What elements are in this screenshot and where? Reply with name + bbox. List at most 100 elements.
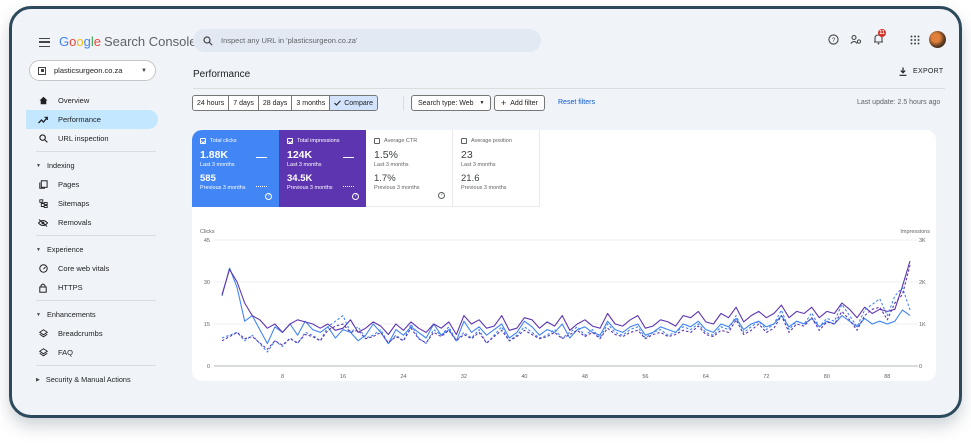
metric-value: 1.88K [200,149,229,161]
x-axis-tick: 16 [340,374,346,380]
date-range-selector: 24 hours 7 days 28 days 3 months Compare [192,95,378,111]
lock-icon [38,283,48,293]
metric-previous-period: Previous 3 months [461,185,507,191]
chevron-down-icon: ▼ [479,100,485,106]
gauge-icon [38,264,48,274]
solid-line-legend-icon [343,157,354,159]
range-3-months[interactable]: 3 months [292,96,331,110]
hamburger-menu-icon[interactable] [39,38,50,47]
metric-total-clicks[interactable]: Total clicks 1.88K Last 3 months 585 Pre… [192,130,279,207]
layers-icon [38,329,48,339]
search-type-filter[interactable]: Search type: Web ▼ [411,95,492,111]
expand-triangle-icon: ▶ [36,376,40,383]
sidebar-item-overview[interactable]: Overview [26,91,158,110]
metric-period: Last 3 months [461,162,496,168]
right-axis-tick: 1K [919,322,926,328]
sidebar-item-https[interactable]: HTTPS [26,278,158,297]
reset-filters-link[interactable]: Reset filters [558,99,595,106]
sidebar-item-removals[interactable]: Removals [26,213,158,232]
nav-section-indexing[interactable]: ▼ Indexing [26,156,158,175]
right-axis-tick: 2K [919,280,926,286]
checkbox-checked-icon [200,138,206,144]
search-input[interactable] [221,36,521,45]
checkbox-unchecked-icon [374,138,380,144]
nav-divider [36,151,156,152]
property-icon [38,66,46,75]
notification-badge: 11 [878,29,886,37]
metric-total-impressions[interactable]: Total impressions 124K Last 3 months 34.… [279,130,366,207]
metric-label: Average CTR [384,138,418,144]
pages-icon [38,180,48,190]
sidebar-item-breadcrumbs[interactable]: Breadcrumbs [26,324,158,343]
help-icon[interactable]: ? [828,34,839,45]
left-axis-tick: 15 [204,322,210,328]
x-axis-tick: 56 [642,374,648,380]
logo-letter: o [76,34,84,49]
solid-line-legend-icon [256,157,267,159]
page-title: Performance [193,69,251,80]
help-icon[interactable]: ? [438,192,445,199]
current-period-clicks-line [221,267,911,345]
help-icon[interactable]: ? [265,193,272,200]
checkbox-unchecked-icon [461,138,467,144]
account-avatar[interactable] [929,31,946,48]
sidebar-item-label: Breadcrumbs [58,329,103,338]
sidebar-item-faq[interactable]: FAQ [26,343,158,362]
apps-grid-icon[interactable] [910,35,920,45]
svg-text:?: ? [832,37,836,44]
range-24-hours[interactable]: 24 hours [193,96,230,110]
right-axis-tick: 3K [919,238,926,244]
layers-icon [38,348,48,358]
performance-line-chart[interactable]: Clicks Impressions 0 15 30 45 0 1K 2K 3K 8 16 24 32 40… [192,215,936,381]
add-filter-button[interactable]: + Add filter [494,95,545,111]
sidebar-item-label: URL inspection [58,134,109,143]
sidebar-item-core-web-vitals[interactable]: Core web vitals [26,259,158,278]
left-axis-title: Clicks [200,229,215,235]
url-inspection-search[interactable] [193,29,541,52]
nav-section-enhancements[interactable]: ▼ Enhancements [26,305,158,324]
nav-section-label: Indexing [46,161,75,170]
export-button[interactable]: EXPORT [899,67,943,76]
property-selector[interactable]: plasticsurgeon.co.za ▼ [29,60,156,81]
range-compare[interactable]: Compare [330,96,377,110]
help-icon[interactable]: ? [352,193,359,200]
range-28-days[interactable]: 28 days [258,96,293,110]
search-type-label: Search type: Web [418,99,474,107]
x-axis-tick: 72 [763,374,769,380]
sidebar-item-label: Core web vitals [58,264,110,273]
users-settings-icon[interactable] [850,34,862,45]
left-axis-tick: 0 [207,364,210,370]
nav-section-experience[interactable]: ▼ Experience [26,240,158,259]
x-axis-tick: 40 [521,374,527,380]
range-7-days[interactable]: 7 days [229,96,259,110]
sidebar-item-label: Pages [58,180,80,189]
x-axis-tick: 24 [400,374,406,380]
nav-divider [36,300,156,301]
right-axis-tick: 0 [919,364,922,370]
nav-section-label: Security & Manual Actions [45,375,131,384]
sidebar-item-sitemaps[interactable]: Sitemaps [26,194,158,213]
property-name: plasticsurgeon.co.za [54,66,123,75]
x-axis-tick: 88 [884,374,890,380]
previous-period-impressions-line [221,265,911,350]
sidebar-item-label: Removals [58,218,92,227]
metric-average-ctr[interactable]: Average CTR 1.5% Last 3 months 1.7% Prev… [366,130,453,207]
export-label: EXPORT [913,68,944,75]
sidebar-item-label: Sitemaps [58,199,90,208]
metric-value: 23 [461,149,473,161]
checkbox-checked-icon [287,138,293,144]
logo-letter: e [93,34,101,49]
sidebar-item-performance[interactable]: Performance [26,110,158,129]
x-axis-tick: 80 [824,374,830,380]
metric-period: Last 3 months [200,162,235,168]
metric-label: Total impressions [297,138,340,144]
product-name: Search Console [103,34,197,49]
sidebar-item-url-inspection[interactable]: URL inspection [26,129,158,148]
nav-divider [36,235,156,236]
app-logo[interactable]: Google Search Console [59,34,196,49]
sidebar-item-pages[interactable]: Pages [26,175,158,194]
nav-section-security[interactable]: ▶ Security & Manual Actions [26,370,158,389]
left-axis-tick: 45 [204,238,210,244]
metric-average-position[interactable]: Average position 23 Last 3 months 21.6 P… [453,130,540,207]
right-axis-title: Impressions [900,229,930,235]
